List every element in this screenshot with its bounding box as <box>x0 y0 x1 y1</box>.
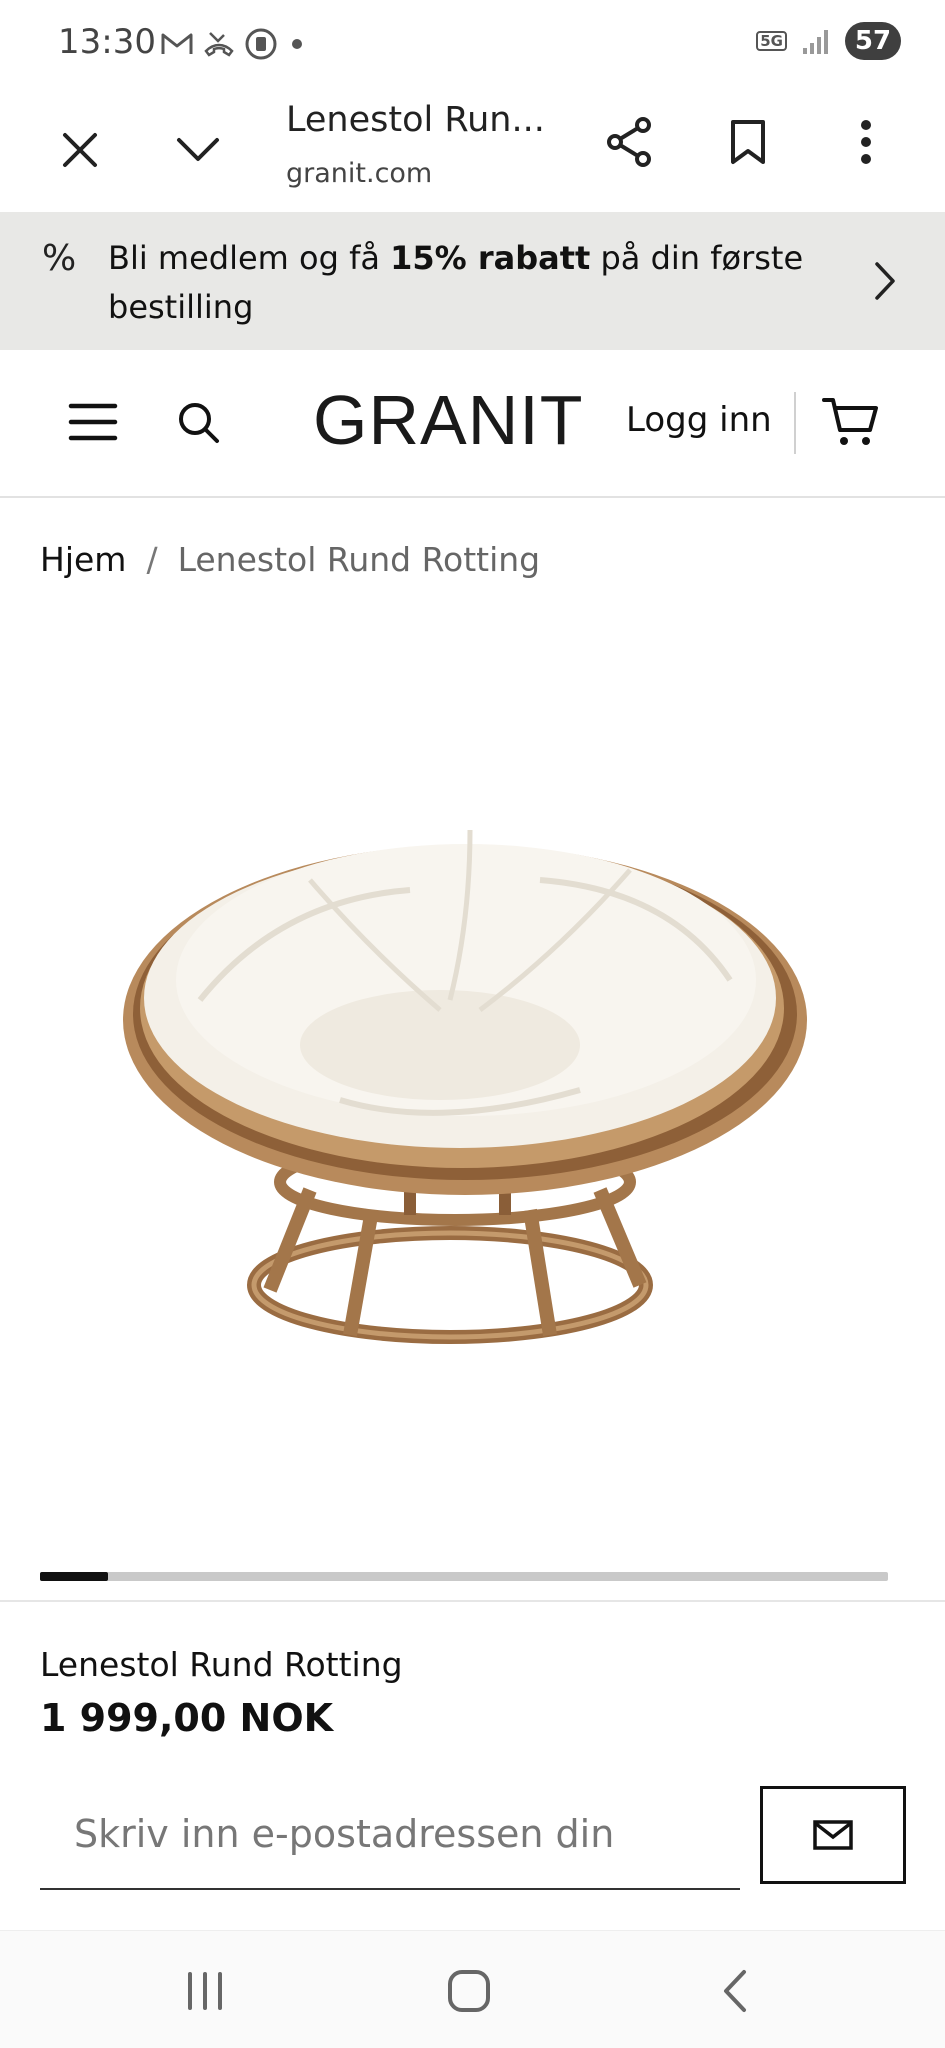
back-button[interactable] <box>700 1961 770 2021</box>
page: 13:30 5G 57 Lenestol Run... granit.com %… <box>0 0 945 2048</box>
promo-banner[interactable]: % Bli medlem og få 15% rabatt på din før… <box>0 212 945 350</box>
more-vert-icon <box>861 120 871 164</box>
signal-icon <box>803 30 828 54</box>
gallery-progress-fill <box>40 1572 108 1581</box>
close-tab-button[interactable] <box>52 122 108 178</box>
minimize-button[interactable] <box>170 122 226 178</box>
more-options-button[interactable] <box>838 114 894 170</box>
email-input[interactable] <box>40 1780 740 1890</box>
status-icons-left <box>160 26 308 62</box>
status-bar: 13:30 5G 57 <box>0 0 945 88</box>
page-title: Lenestol Run... <box>286 100 545 140</box>
home-icon <box>448 1970 490 2012</box>
gmail-icon <box>161 33 193 54</box>
breadcrumb-current: Lenestol Rund Rotting <box>177 540 541 579</box>
chevron-right-icon <box>875 262 895 300</box>
breadcrumb: Hjem / Lenestol Rund Rotting <box>40 540 540 579</box>
email-submit-button[interactable] <box>760 1786 906 1884</box>
site-header: GRANIT Logg inn <box>0 350 945 498</box>
notification-icon <box>245 28 277 60</box>
recent-apps-icon <box>188 1972 222 2010</box>
network-indicator: 5G <box>756 31 787 51</box>
search-icon <box>179 403 219 443</box>
site-logo[interactable]: GRANIT <box>313 380 583 460</box>
product-name: Lenestol Rund Rotting <box>40 1645 403 1684</box>
percent-icon: % <box>42 238 77 279</box>
status-icons-right: 5G 57 <box>756 22 901 60</box>
shopping-cart-icon <box>822 398 878 445</box>
missed-call-icon <box>204 32 234 57</box>
status-time: 13:30 <box>58 22 156 62</box>
bookmark-button[interactable] <box>720 114 776 170</box>
breadcrumb-home[interactable]: Hjem <box>40 540 126 579</box>
bookmark-icon <box>731 120 765 164</box>
battery-indicator: 57 <box>845 22 901 60</box>
cart-button[interactable] <box>822 394 882 454</box>
promo-text-start: Bli medlem og få <box>108 239 391 277</box>
page-url: granit.com <box>286 158 433 189</box>
gallery-progress <box>40 1572 888 1581</box>
home-button[interactable] <box>434 1961 504 2021</box>
share-icon <box>607 117 651 167</box>
product-image[interactable] <box>110 770 830 1420</box>
dot-icon <box>292 39 302 49</box>
login-link[interactable]: Logg inn <box>626 400 772 440</box>
recent-apps-button[interactable] <box>170 1961 240 2021</box>
share-button[interactable] <box>602 114 658 170</box>
chevron-down-icon <box>177 138 219 161</box>
breadcrumb-separator: / <box>146 540 158 579</box>
search-button[interactable] <box>176 400 226 450</box>
product-price: 1 999,00 NOK <box>40 1696 334 1740</box>
section-divider <box>0 1600 945 1602</box>
back-icon <box>724 1970 746 2012</box>
system-nav-bar <box>0 1930 945 2048</box>
header-divider <box>794 392 796 454</box>
mail-icon <box>813 1820 853 1850</box>
promo-text: Bli medlem og få 15% rabatt på din først… <box>108 234 848 332</box>
hamburger-menu-icon <box>68 403 118 441</box>
menu-button[interactable] <box>68 400 118 450</box>
close-icon <box>63 133 97 167</box>
promo-discount: 15% rabatt <box>390 239 591 277</box>
